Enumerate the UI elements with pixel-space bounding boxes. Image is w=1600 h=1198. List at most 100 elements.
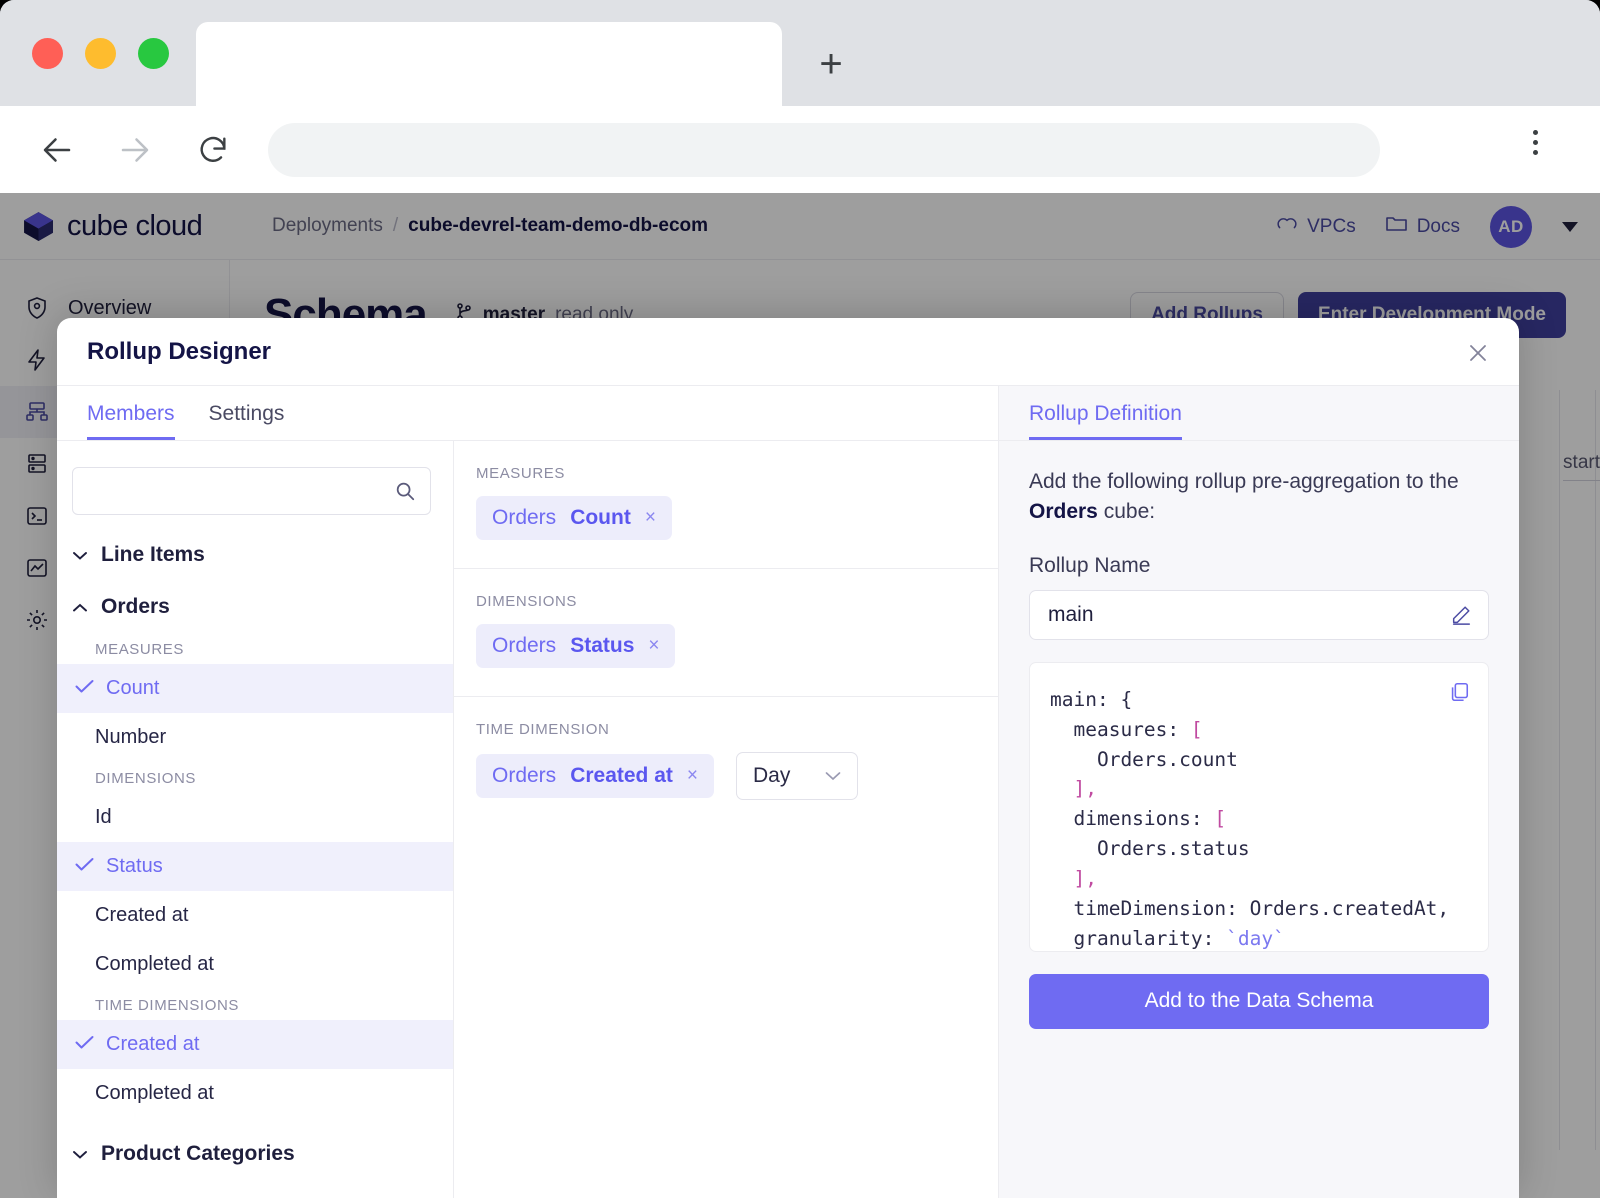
member-item-number[interactable]: Number [57, 713, 453, 762]
check-icon [75, 1034, 95, 1056]
chip-remove-icon[interactable]: × [687, 765, 698, 787]
tree-group-line-items[interactable]: Line Items [57, 529, 453, 581]
granularity-select[interactable]: Day [736, 752, 858, 800]
code-line-4: ], [1050, 777, 1097, 801]
member-item-completed-at[interactable]: Completed at [57, 940, 453, 989]
rollup-definition-tab-label: Rollup Definition [1029, 402, 1182, 440]
dimensions-chip-row: Orders Status × [476, 624, 998, 668]
chip-remove-icon[interactable]: × [645, 507, 656, 529]
close-icon[interactable] [1461, 336, 1495, 370]
selection-pane: MEASURES Orders Count × DIMENSIONS Order… [454, 441, 998, 1198]
chip-remove-icon[interactable]: × [648, 635, 659, 657]
code-line-9-value: `day` [1226, 926, 1285, 950]
search-icon [394, 480, 416, 507]
tab-members[interactable]: Members [87, 402, 175, 440]
rollup-name-label: Rollup Name [1029, 553, 1151, 577]
screenshot-root: + cube cloud Deployments / cube-devrel-t… [0, 0, 1600, 1198]
time-dimension-chip-row: Orders Created at × Day [476, 752, 998, 800]
members-pane: Line Items Orders MEASURES Count Number … [57, 441, 454, 1198]
tree-section-measures: MEASURES [95, 641, 184, 658]
modal-title: Rollup Designer [87, 337, 272, 365]
member-item-label: Created at [95, 904, 189, 926]
chip-member: Status [570, 634, 635, 657]
rollup-description-pre: Add the following rollup pre-aggregation… [1029, 470, 1459, 493]
reload-icon[interactable] [186, 123, 240, 177]
code-line-1: main: { [1050, 687, 1133, 711]
chevron-down-icon [73, 1148, 87, 1161]
member-item-status[interactable]: Status [57, 842, 453, 891]
tab-settings[interactable]: Settings [209, 402, 285, 440]
member-item-created-at[interactable]: Created at [57, 891, 453, 940]
member-item-time-created-at[interactable]: Created at [57, 1020, 453, 1069]
modal-left-pane: Members Settings Line Items Orders MEASU… [57, 386, 999, 1198]
member-item-label: Id [95, 806, 112, 828]
measures-label: MEASURES [476, 465, 565, 482]
address-bar[interactable] [268, 123, 1380, 177]
chip-orders-count[interactable]: Orders Count × [476, 496, 672, 540]
close-window-button[interactable] [32, 38, 63, 69]
maximize-window-button[interactable] [138, 38, 169, 69]
add-to-data-schema-button[interactable]: Add to the Data Schema [1029, 973, 1489, 1029]
member-item-label: Created at [106, 1033, 200, 1055]
pencil-icon[interactable] [1450, 604, 1472, 631]
chip-orders-created-at[interactable]: Orders Created at × [476, 754, 714, 798]
new-tab-button[interactable]: + [805, 38, 857, 90]
rollup-description: Add the following rollup pre-aggregation… [1029, 467, 1489, 528]
copy-icon[interactable] [1448, 681, 1470, 708]
chip-orders-status[interactable]: Orders Status × [476, 624, 676, 668]
time-dimension-section: TIME DIMENSION Orders Created at × Day [454, 697, 998, 828]
rollup-name-input[interactable] [1030, 590, 1488, 639]
check-icon [75, 678, 95, 700]
tree-group-label: Orders [101, 595, 170, 618]
modal-body: Members Settings Line Items Orders MEASU… [57, 386, 1519, 1198]
member-item-label: Number [95, 726, 167, 748]
back-arrow-icon[interactable] [30, 123, 84, 177]
browser-tab[interactable] [196, 22, 782, 106]
chip-cube: Orders [492, 506, 557, 529]
measures-chip-row: Orders Count × [476, 496, 998, 540]
chevron-up-icon [73, 601, 87, 614]
modal-header: Rollup Designer [57, 318, 1519, 386]
code-line-6: Orders.status [1050, 837, 1250, 861]
rollup-designer-modal: Rollup Designer Members Settings Line It… [57, 318, 1519, 1198]
granularity-value: Day [753, 764, 791, 787]
forward-arrow-icon[interactable] [108, 123, 162, 177]
member-item-label: Completed at [95, 1082, 214, 1104]
code-line-8: timeDimension: Orders.createdAt, [1050, 896, 1450, 920]
code-line-3: Orders.count [1050, 747, 1238, 771]
search-input[interactable] [73, 468, 430, 514]
chevron-down-icon [825, 768, 841, 785]
minimize-window-button[interactable] [85, 38, 116, 69]
tree-group-orders[interactable]: Orders [57, 581, 453, 633]
chip-cube: Orders [492, 764, 557, 787]
measures-section: MEASURES Orders Count × [454, 441, 998, 569]
chevron-down-icon [73, 549, 87, 562]
tree-group-label: Line Items [101, 543, 205, 566]
search-box[interactable] [72, 467, 431, 515]
time-dimension-label: TIME DIMENSION [476, 721, 610, 738]
tree-group-product-categories[interactable]: Product Categories [57, 1128, 453, 1180]
member-item-count[interactable]: Count [57, 664, 453, 713]
rollup-definition-tab[interactable]: Rollup Definition [999, 386, 1519, 441]
code-line-2-key: measures: [1050, 717, 1191, 741]
member-item-label: Status [106, 855, 163, 877]
member-item-time-completed-at[interactable]: Completed at [57, 1069, 453, 1118]
rollup-name-field[interactable] [1029, 589, 1489, 640]
rollup-code-text: main: { measures: [ Orders.count ], dime… [1050, 685, 1468, 951]
dimensions-section: DIMENSIONS Orders Status × [454, 569, 998, 697]
tree-section-dimensions: DIMENSIONS [95, 770, 197, 787]
tree-group-label: Product Categories [101, 1142, 295, 1165]
kebab-menu-icon[interactable] [1533, 130, 1538, 155]
tree-section-time-dimensions: TIME DIMENSIONS [95, 997, 240, 1014]
search-wrapper [57, 441, 453, 525]
code-line-9-key: granularity: [1050, 926, 1227, 950]
chip-member: Count [570, 506, 631, 529]
modal-panes: Line Items Orders MEASURES Count Number … [57, 441, 998, 1198]
rollup-description-cube: Orders [1029, 500, 1098, 524]
browser-chrome: + [0, 0, 1600, 193]
chip-member: Created at [570, 764, 673, 787]
check-icon [75, 856, 95, 878]
member-item-id[interactable]: Id [57, 793, 453, 842]
browser-toolbar [0, 106, 1600, 193]
code-line-5-bracket: [ [1214, 807, 1227, 831]
